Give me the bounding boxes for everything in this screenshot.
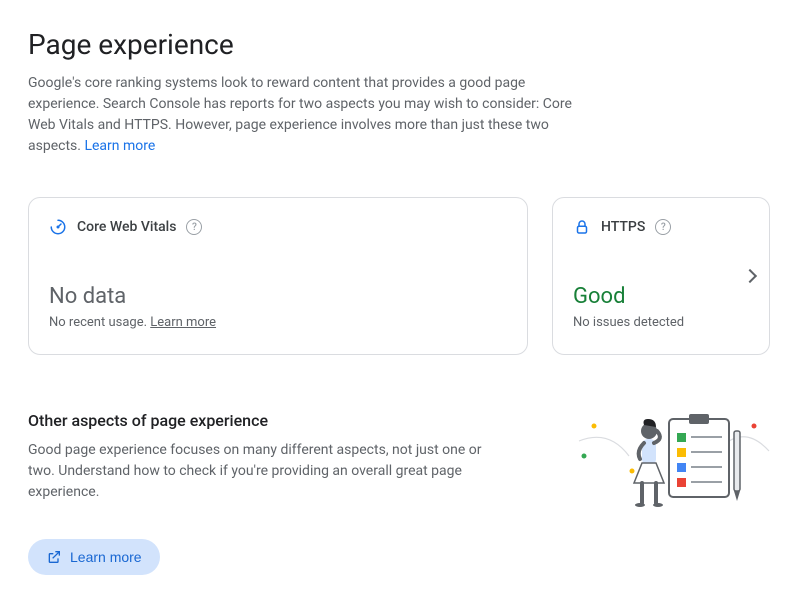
- card-header: HTTPS: [573, 218, 749, 236]
- core-web-vitals-card[interactable]: Core Web Vitals No data No recent usage.…: [28, 197, 528, 355]
- https-card[interactable]: HTTPS Good No issues detected: [552, 197, 770, 355]
- checklist-illustration-icon: [574, 411, 774, 511]
- cwv-learn-more-link[interactable]: Learn more: [150, 315, 216, 330]
- learn-more-button[interactable]: Learn more: [28, 539, 160, 575]
- intro-learn-more-link[interactable]: Learn more: [84, 138, 155, 154]
- status-heading: Good: [573, 284, 749, 309]
- status-heading: No data: [49, 284, 507, 309]
- card-header: Core Web Vitals: [49, 218, 507, 236]
- status-subtext: No recent usage. Learn more: [49, 315, 507, 330]
- help-icon[interactable]: [186, 219, 202, 235]
- status-sub-prefix: No recent usage.: [49, 315, 150, 330]
- learn-more-label: Learn more: [70, 549, 142, 565]
- page-description: Google's core ranking systems look to re…: [28, 73, 588, 157]
- external-link-icon: [46, 549, 62, 565]
- card-title: Core Web Vitals: [77, 219, 176, 235]
- status-cards: Core Web Vitals No data No recent usage.…: [28, 197, 774, 355]
- other-description: Good page experience focuses on many dif…: [28, 440, 508, 503]
- card-title: HTTPS: [601, 219, 645, 235]
- chevron-right-icon: [743, 269, 757, 283]
- speedometer-icon: [49, 218, 67, 236]
- other-aspects-section: Other aspects of page experience Good pa…: [28, 411, 774, 511]
- lock-icon: [573, 218, 591, 236]
- help-icon[interactable]: [655, 219, 671, 235]
- page-title: Page experience: [28, 28, 774, 61]
- other-title: Other aspects of page experience: [28, 411, 508, 430]
- status-subtext: No issues detected: [573, 315, 749, 330]
